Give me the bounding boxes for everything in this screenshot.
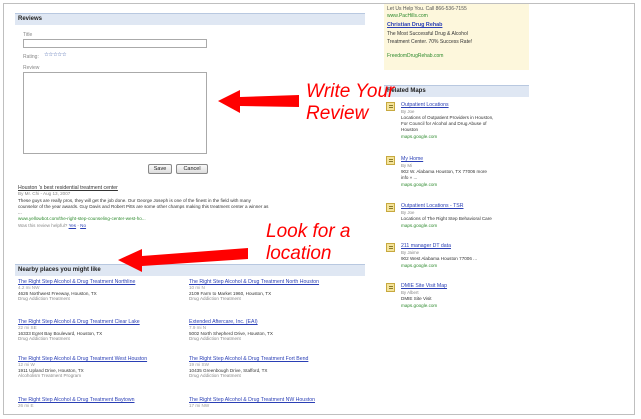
place-category: Drug Addiction Treatment (18, 296, 70, 302)
map-icon (386, 156, 395, 165)
nearby-place[interactable]: Extended Aftercare, Inc. (EAI) 7.9 mi N … (189, 319, 357, 342)
review-label: Review (23, 65, 40, 71)
ad-line-3: Treatment Center. 70% Success Rate! (387, 39, 473, 45)
cancel-button[interactable]: Cancel (176, 164, 208, 174)
map-icon (386, 283, 395, 292)
place-category: Drug Addiction Treatment (189, 336, 241, 342)
place-category: Drug Addiction Treatment (18, 336, 70, 342)
map-author: By Joe (401, 210, 415, 215)
place-category: Drug Addiction Treatment (189, 373, 241, 379)
map-author: By Mi (401, 163, 412, 168)
map-author: By Jaime (401, 250, 420, 255)
map-url[interactable]: maps.google.com (401, 182, 437, 187)
map-desc-line: Locations of The Right Step Behavioral C… (401, 216, 492, 221)
review-helpful: Was this review helpful? Yes - No (18, 223, 87, 228)
helpful-yes-link[interactable]: Yes (69, 223, 77, 228)
map-author: By Joe (401, 109, 415, 114)
map-description: Locations of Outpatient Providers in Hou… (401, 115, 527, 132)
callout-line: location (266, 243, 332, 264)
review-byline: By Mr. Chi - Aug 13, 2007 (18, 191, 71, 196)
save-button[interactable]: Save (148, 164, 172, 174)
map-item[interactable]: Outpatient Locations - TSR By Joe Locati… (386, 203, 526, 239)
review-source-url[interactable]: www.yellowbot.com/the-right-step-counsel… (18, 216, 146, 222)
map-url[interactable]: maps.google.com (401, 223, 437, 228)
sponsored-ad: Let Us Help You. Call 866-536-7155 www.P… (384, 4, 529, 70)
reviews-header: Reviews (15, 13, 365, 25)
map-title-link[interactable]: Outpatient Locations - TSR (401, 203, 463, 209)
map-item[interactable]: My Home By Mi 902 W. Alabama Houston, TX… (386, 156, 526, 201)
review-textarea[interactable] (23, 72, 207, 154)
map-desc-line: Houston (401, 126, 419, 132)
title-label: Title (23, 32, 33, 38)
map-description: 902 W. Alabama Houston, TX 77006 more in… (401, 169, 527, 181)
related-maps-header: Related Maps (384, 85, 529, 97)
map-item[interactable]: DMIE Site Visit Map By Albert DMIE Site … (386, 283, 526, 319)
callout-line: Look for a (266, 221, 351, 242)
map-url[interactable]: maps.google.com (401, 303, 437, 308)
nearby-place[interactable]: The Right Step Alcohol & Drug Treatment … (18, 279, 186, 302)
rating-stars[interactable]: ☆☆☆☆☆ (44, 52, 67, 58)
ad-url[interactable]: FreedomDrugRehab.com (387, 53, 443, 59)
callout-line: Review (306, 103, 369, 124)
page-frame: Reviews Title Rating: ☆☆☆☆☆ Review Save … (3, 3, 635, 415)
map-title-link[interactable]: DMIE Site Visit Map (401, 283, 447, 289)
map-item[interactable]: Outpatient Locations By Joe Locations of… (386, 102, 526, 152)
review-title-input[interactable] (23, 39, 207, 48)
map-author: By Albert (401, 290, 419, 295)
place-distance: 26 mi E (18, 403, 34, 408)
place-category: Drug Addiction Treatment (189, 296, 241, 302)
ad-phone-url[interactable]: www.PacHills.com (387, 13, 428, 19)
map-title-link[interactable]: 211 manager DT data (401, 243, 451, 249)
nearby-place[interactable]: The Right Step Alcohol & Drug Treatment … (18, 397, 186, 409)
review-body-line-2: counselor of the year awards. Guy Davis … (18, 204, 269, 209)
map-title-link[interactable]: Outpatient Locations (401, 102, 449, 108)
map-icon (386, 203, 395, 212)
map-icon (386, 243, 395, 252)
callout-line: Write Your (306, 81, 395, 102)
nearby-place[interactable]: The Right Step Alcohol & Drug Treatment … (189, 397, 357, 409)
map-desc-line: DMIE Site Visit (401, 296, 432, 301)
map-url[interactable]: maps.google.com (401, 134, 437, 139)
ad-title-link[interactable]: Christian Drug Rehab (387, 22, 442, 28)
nearby-place[interactable]: The Right Step Alcohol & Drug Treatment … (18, 356, 186, 379)
helpful-no-link[interactable]: No (80, 223, 86, 228)
place-distance: 17 mi NW (189, 403, 210, 408)
nearby-place[interactable]: The Right Step Alcohol & Drug Treatment … (189, 356, 357, 379)
map-description: 902 West Alabama Houston 77006 ... (401, 256, 527, 262)
map-url[interactable]: maps.google.com (401, 263, 437, 268)
helpful-question: Was this review helpful? (18, 223, 68, 228)
nearby-place[interactable]: The Right Step Alcohol & Drug Treatment … (18, 319, 186, 342)
ad-line-2: The Most Successful Drug & Alcohol (387, 31, 468, 37)
callout-write-review: Write Your Review (306, 81, 394, 125)
map-title-link[interactable]: My Home (401, 156, 423, 162)
map-desc-line: info » ... (401, 174, 418, 180)
rating-label: Rating: (23, 54, 39, 60)
map-description: Locations of The Right Step Behavioral C… (401, 216, 527, 222)
ad-phone-line: Let Us Help You. Call 866-536-7155 (387, 6, 467, 12)
map-description: DMIE Site Visit (401, 296, 527, 302)
map-item[interactable]: 211 manager DT data By Jaime 902 West Al… (386, 243, 526, 279)
callout-look-location: Look for a location (266, 221, 351, 265)
nearby-header: Nearby places you might like (15, 264, 365, 276)
nearby-place[interactable]: The Right Step Alcohol & Drug Treatment … (189, 279, 357, 302)
map-desc-line: 902 West Alabama Houston 77006 ... (401, 256, 478, 261)
place-category: Alcoholism Treatment Program (18, 373, 82, 379)
arrow-write-review (218, 90, 299, 113)
